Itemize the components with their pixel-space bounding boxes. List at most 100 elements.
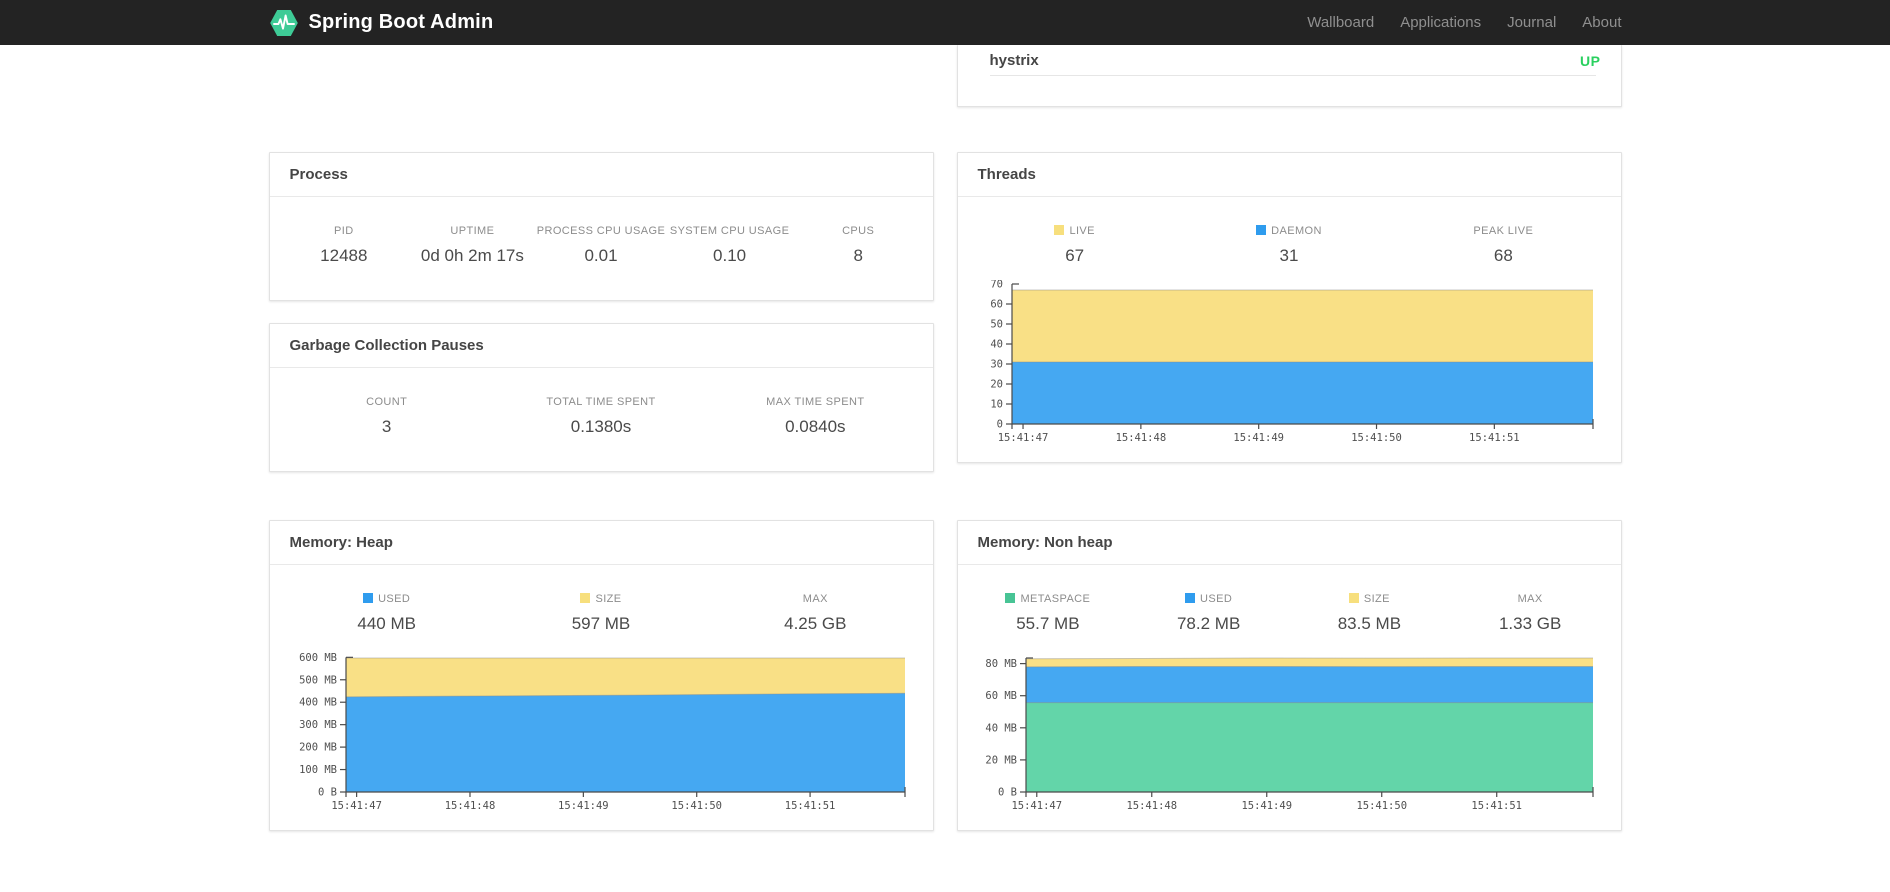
svg-text:40 MB: 40 MB [985,722,1017,734]
process-card: Process PID 12488 UPTIME 0d 0h 2m 17s PR… [268,152,934,301]
threads-card: Threads LIVE 67 DAEMON 31 PEAK LIVE 68 0… [956,152,1622,463]
stat-system-cpu-usage: SYSTEM CPU USAGE 0.10 [665,225,794,266]
application-row[interactable]: hystrix UP [958,45,1621,75]
legend-swatch-used [363,593,374,603]
stat-label: DAEMON [1182,225,1396,237]
nav-item-about[interactable]: About [1582,14,1621,31]
memory-nonheap-card-title: Memory: Non heap [957,521,1621,565]
application-name: hystrix [989,52,1039,69]
svg-text:15:41:48: 15:41:48 [1115,432,1166,444]
stat-label: CPUS [842,225,875,237]
svg-text:15:41:47: 15:41:47 [997,432,1048,444]
svg-text:15:41:49: 15:41:49 [1241,800,1292,812]
stat-value: 3 [381,417,392,436]
stat-value: 12488 [320,246,368,265]
stat-threads-peak-live: PEAK LIVE 68 [1396,225,1610,266]
svg-text:60: 60 [990,299,1003,311]
svg-text:15:41:50: 15:41:50 [1351,432,1402,444]
stat-value: 597 MB [571,614,631,633]
svg-text:15:41:49: 15:41:49 [558,800,609,812]
nav-menu: Wallboard Applications Journal About [1307,14,1621,31]
svg-text:30: 30 [990,359,1003,371]
svg-text:15:41:49: 15:41:49 [1233,432,1284,444]
svg-text:15:41:48: 15:41:48 [1126,800,1177,812]
stat-value: 4.25 GB [784,614,847,633]
threads-legend: LIVE 67 DAEMON 31 PEAK LIVE 68 [958,197,1621,272]
svg-text:600 MB: 600 MB [299,652,337,664]
gc-pauses-card: Garbage Collection Pauses COUNT 3 TOTAL … [268,323,934,472]
stat-value: 8 [853,246,863,265]
stat-value: 68 [1493,246,1513,265]
stat-gc-count: COUNT 3 [280,396,494,437]
svg-text:15:41:48: 15:41:48 [444,800,495,812]
stat-label: USED [1128,593,1289,605]
stat-value: 55.7 MB [1016,614,1080,633]
svg-text:15:41:51: 15:41:51 [1469,432,1520,444]
legend-swatch-live [1054,225,1065,235]
stat-process-cpu-usage: PROCESS CPU USAGE 0.01 [537,225,666,266]
empty-column [269,45,934,107]
svg-text:15:41:51: 15:41:51 [1471,800,1522,812]
svg-text:200 MB: 200 MB [299,742,337,754]
legend-swatch-daemon [1256,225,1267,235]
legend-swatch-metaspace [1005,593,1016,603]
stat-label: SYSTEM CPU USAGE [669,225,790,237]
svg-text:400 MB: 400 MB [299,697,337,709]
nav-item-applications[interactable]: Applications [1400,14,1481,31]
svg-text:20 MB: 20 MB [985,754,1017,766]
stat-value: 0.1380s [570,417,632,436]
stat-value: 0d 0h 2m 17s [420,246,524,265]
stat-label: PID [334,225,354,237]
brand-link[interactable]: Spring Boot Admin [269,8,494,38]
svg-text:0: 0 [996,419,1002,431]
svg-text:100 MB: 100 MB [299,764,337,776]
stat-label: TOTAL TIME SPENT [546,396,656,408]
legend-swatch-size [580,593,591,603]
memory-heap-legend: USED 440 MB SIZE 597 MB MAX 4.25 GB [270,565,933,640]
page-content: hystrix UP Process PID 12488 UPTIME 0d 0… [268,45,1622,831]
memory-heap-chart: 0 B 100 MB 200 MB 300 MB 400 MB 500 MB 600 MB 1… [284,648,915,818]
svg-text:15:41:50: 15:41:50 [1356,800,1407,812]
stat-label: COUNT [366,396,408,408]
stat-label: MAX [802,593,828,605]
svg-text:15:41:47: 15:41:47 [331,800,382,812]
stat-nonheap-used: USED 78.2 MB [1128,593,1289,634]
svg-text:50: 50 [990,319,1003,331]
spring-boot-admin-logo-icon [269,9,298,36]
stat-label: MAX [1517,593,1543,605]
app-title: Spring Boot Admin [308,11,494,33]
gc-pauses-card-title: Garbage Collection Pauses [269,324,933,368]
stat-label: PROCESS CPU USAGE [536,225,666,237]
svg-text:70: 70 [990,280,1003,291]
stat-value: 0.01 [584,246,618,265]
svg-text:500 MB: 500 MB [299,674,337,686]
threads-chart: 0 10 20 30 40 50 60 70 15:41:47 15:41:48 15:41:49 1… [972,280,1603,450]
stat-label: SIZE [1289,593,1450,605]
stat-nonheap-max: MAX 1.33 GB [1450,593,1611,634]
application-card: hystrix UP [956,45,1622,107]
svg-text:0 B: 0 B [998,787,1017,799]
nav-item-wallboard[interactable]: Wallboard [1307,14,1374,31]
svg-text:15:41:51: 15:41:51 [784,800,835,812]
memory-nonheap-chart: 0 B 20 MB 40 MB 60 MB 80 MB 15:41:47 15:41:48 1… [972,648,1603,818]
stat-label: LIVE [968,225,1182,237]
legend-swatch-used [1185,593,1196,603]
application-status-badge: UP [1580,52,1601,69]
stat-heap-max: MAX 4.25 GB [708,593,922,634]
stat-value: 0.0840s [785,417,846,436]
application-card-body [958,76,1621,106]
memory-heap-card-title: Memory: Heap [269,521,933,565]
gc-stats: COUNT 3 TOTAL TIME SPENT 0.1380s MAX TIM… [270,368,933,471]
nav-item-journal[interactable]: Journal [1507,14,1556,31]
stat-value: 78.2 MB [1176,614,1241,633]
svg-text:60 MB: 60 MB [985,690,1017,702]
memory-heap-card: Memory: Heap USED 440 MB SIZE 597 MB MAX… [268,520,934,831]
svg-text:80 MB: 80 MB [985,658,1017,670]
stat-threads-live: LIVE 67 [968,225,1182,266]
stat-label: PEAK LIVE [1473,225,1534,237]
memory-nonheap-legend: METASPACE 55.7 MB USED 78.2 MB SIZE 83.5… [958,565,1621,640]
svg-text:10: 10 [990,399,1003,411]
stat-nonheap-metaspace: METASPACE 55.7 MB [968,593,1129,634]
svg-text:20: 20 [990,379,1003,391]
stat-heap-used: USED 440 MB [280,593,494,634]
